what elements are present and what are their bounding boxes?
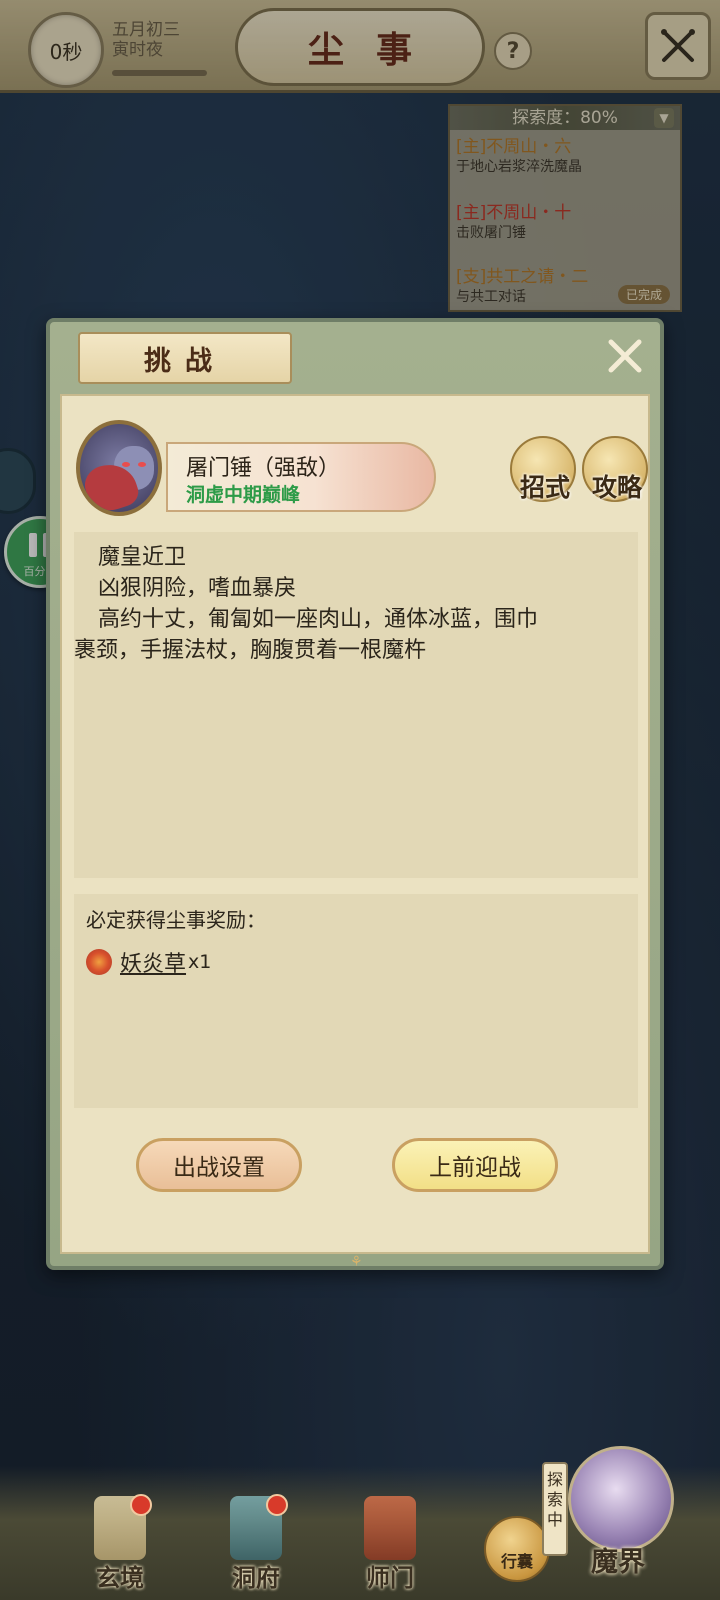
nav-item-shimen[interactable]: 师门 xyxy=(340,1488,440,1598)
reward-title: 必定获得尘事奖励： xyxy=(86,908,266,932)
ornament-icon: ⚘ xyxy=(350,1254,363,1270)
description-line: 裹颈，手握法杖，胸腹贯着一根魔杵 xyxy=(74,638,427,663)
reward-item-name[interactable]: 妖炎草 xyxy=(120,946,186,978)
guide-button[interactable]: 攻略 xyxy=(582,436,648,502)
boss-description: 魔皇近卫 凶狠阴险，嗜血暴戾 高约十丈，匍匐如一座肉山，通体冰蓝，围巾 裹颈，手… xyxy=(74,532,638,878)
close-icon xyxy=(608,339,642,373)
start-battle-label: 上前迎战 xyxy=(429,1155,521,1181)
description-line: 魔皇近卫 xyxy=(98,545,187,570)
moves-label: 招式 xyxy=(519,473,570,502)
dialog-title: 挑战 xyxy=(78,332,292,384)
exploring-tag: 探索中 xyxy=(542,1462,568,1556)
boss-name: 屠门锤（强敌） xyxy=(186,456,341,481)
herb-icon xyxy=(86,949,112,975)
nav-item-xuanjing[interactable]: 玄境 xyxy=(70,1488,170,1598)
exploring-text: 探索中 xyxy=(546,1470,563,1529)
boss-eye xyxy=(138,462,146,467)
battle-setup-button[interactable]: 出战设置 xyxy=(136,1138,302,1192)
boss-name-ribbon: 屠门锤（强敌） 洞虚中期巅峰 xyxy=(166,442,436,512)
nav-label: 师门 xyxy=(366,1563,414,1592)
guide-label: 攻略 xyxy=(591,473,642,502)
reward-section: 必定获得尘事奖励： 妖炎草 x1 xyxy=(74,894,638,1108)
nav-label: 洞府 xyxy=(232,1563,280,1592)
notification-dot xyxy=(266,1494,288,1516)
start-battle-button[interactable]: 上前迎战 xyxy=(392,1138,558,1192)
bag-label: 行囊 xyxy=(500,1552,533,1571)
reward-item[interactable]: 妖炎草 x1 xyxy=(86,946,211,978)
boss-portrait xyxy=(76,420,162,516)
notification-dot xyxy=(130,1494,152,1516)
description-line: 高约十丈，匍匐如一座肉山，通体冰蓝，围巾 xyxy=(98,607,539,632)
challenge-dialog: 挑战 屠门锤（强敌） 洞虚中期巅峰 招式 攻略 魔皇近卫 凶狠阴险，嗜血暴戾 高… xyxy=(46,318,664,1270)
nav-label: 玄境 xyxy=(96,1563,144,1592)
bag-button[interactable]: 行囊 xyxy=(484,1516,550,1582)
dialog-title-text: 挑战 xyxy=(144,345,226,377)
nav-item-dongfu[interactable]: 洞府 xyxy=(206,1488,306,1598)
boss-realm: 洞虚中期巅峰 xyxy=(186,484,301,506)
dialog-body: 屠门锤（强敌） 洞虚中期巅峰 招式 攻略 魔皇近卫 凶狠阴险，嗜血暴戾 高约十丈… xyxy=(60,394,650,1254)
battle-setup-label: 出战设置 xyxy=(173,1155,265,1181)
boss-eye xyxy=(122,462,130,467)
banner-icon xyxy=(364,1496,416,1560)
nav-current-label: 魔界 xyxy=(591,1547,645,1578)
description-line: 凶狠阴险，嗜血暴戾 xyxy=(98,576,297,601)
dialog-close-button[interactable] xyxy=(600,332,650,380)
demon-realm-icon[interactable] xyxy=(568,1446,674,1552)
reward-item-count: x1 xyxy=(188,951,212,973)
moves-button[interactable]: 招式 xyxy=(510,436,576,502)
